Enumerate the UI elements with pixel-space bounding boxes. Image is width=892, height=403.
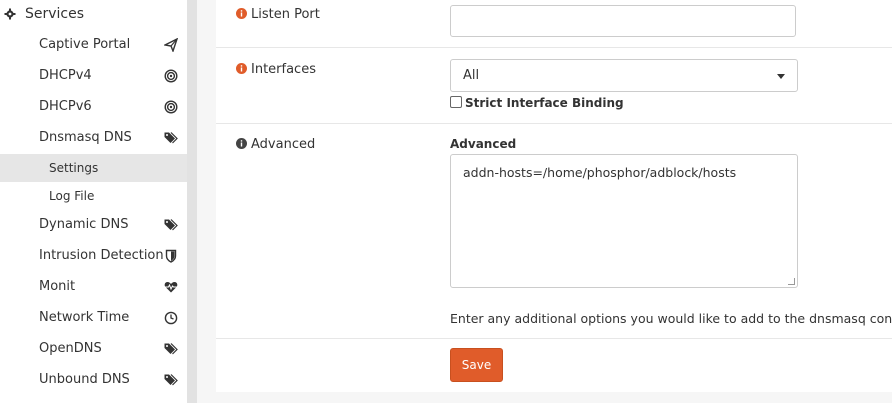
info-icon[interactable] bbox=[236, 138, 247, 149]
save-button[interactable]: Save bbox=[450, 348, 503, 382]
sidebar-item-intrusion-detection[interactable]: Intrusion Detection bbox=[0, 241, 187, 272]
advanced-field-title: Advanced bbox=[450, 137, 517, 151]
sidebar-item-captive-portal[interactable]: Captive Portal bbox=[0, 30, 187, 61]
sidebar-header-services[interactable]: Services bbox=[0, 0, 187, 30]
interfaces-select[interactable]: All bbox=[450, 59, 798, 92]
sidebar-item-opendns[interactable]: OpenDNS bbox=[0, 334, 187, 365]
advanced-textarea-value: addn-hosts=/home/phosphor/adblock/hosts bbox=[463, 165, 737, 180]
bottom-divider bbox=[216, 392, 892, 403]
strict-interface-binding-label: Strict Interface Binding bbox=[465, 96, 624, 110]
interfaces-selected-value: All bbox=[463, 68, 480, 83]
interfaces-row: Interfaces All Strict Interface Binding bbox=[216, 48, 892, 124]
listen-port-label-text: Listen Port bbox=[251, 7, 320, 22]
sidebar-item-label: Dynamic DNS bbox=[39, 217, 129, 232]
strict-interface-binding[interactable]: Strict Interface Binding bbox=[450, 96, 624, 110]
sidebar-item-dhcpv6[interactable]: DHCPv6 bbox=[0, 92, 187, 123]
sidebar-subitem-settings[interactable]: Settings bbox=[0, 154, 187, 182]
shield-icon bbox=[165, 249, 177, 263]
bullseye-icon bbox=[164, 69, 178, 83]
advanced-help-text: Enter any additional options you would l… bbox=[450, 311, 892, 326]
sidebar-item-network-time[interactable]: Network Time bbox=[0, 303, 187, 334]
strict-interface-binding-checkbox[interactable] bbox=[450, 96, 462, 108]
sidebar-subitem-label: Log File bbox=[49, 189, 95, 203]
advanced-label-text: Advanced bbox=[251, 137, 316, 152]
sidebar-item-monit[interactable]: Monit bbox=[0, 272, 187, 303]
listen-port-row: Listen Port bbox=[216, 0, 892, 48]
clock-icon bbox=[164, 311, 178, 325]
sidebar-item-label: Captive Portal bbox=[39, 37, 131, 52]
sidebar-item-label: Network Time bbox=[39, 310, 130, 325]
advanced-label[interactable]: Advanced bbox=[236, 137, 315, 152]
content-gutter bbox=[197, 0, 216, 403]
advanced-row: Advanced Advanced addn-hosts=/home/phosp… bbox=[216, 124, 892, 339]
sidebar-item-label: DHCPv4 bbox=[39, 68, 92, 83]
sidebar-item-label: DHCPv6 bbox=[39, 99, 92, 114]
gear-icon bbox=[4, 8, 16, 20]
resize-handle-icon[interactable] bbox=[788, 278, 795, 285]
sidebar-scrollbar[interactable] bbox=[187, 0, 197, 403]
sidebar: Services Captive Portal DHCPv4 DHCPv6 Dn… bbox=[0, 0, 187, 403]
sidebar-item-unbound-dns[interactable]: Unbound DNS bbox=[0, 365, 187, 396]
info-icon[interactable] bbox=[236, 63, 247, 74]
tags-icon bbox=[164, 374, 178, 386]
sidebar-item-label: Unbound DNS bbox=[39, 372, 130, 387]
sidebar-subitem-label: Settings bbox=[49, 161, 99, 175]
sidebar-item-label: Intrusion Detection bbox=[39, 248, 164, 263]
sidebar-item-dhcpv4[interactable]: DHCPv4 bbox=[0, 61, 187, 92]
interfaces-label[interactable]: Interfaces bbox=[236, 62, 316, 77]
interfaces-label-text: Interfaces bbox=[251, 62, 316, 77]
tags-icon bbox=[164, 343, 178, 355]
sidebar-header-label: Services bbox=[25, 6, 85, 22]
tags-icon bbox=[164, 219, 178, 231]
listen-port-label[interactable]: Listen Port bbox=[236, 7, 320, 22]
heartbeat-icon bbox=[164, 282, 178, 293]
chevron-down-icon bbox=[777, 74, 785, 79]
sidebar-item-dnsmasq-dns[interactable]: Dnsmasq DNS bbox=[0, 123, 187, 154]
info-icon[interactable] bbox=[236, 8, 247, 19]
advanced-textarea[interactable]: addn-hosts=/home/phosphor/adblock/hosts bbox=[450, 154, 798, 288]
sidebar-item-label: Dnsmasq DNS bbox=[39, 130, 132, 145]
sidebar-item-dynamic-dns[interactable]: Dynamic DNS bbox=[0, 210, 187, 241]
listen-port-input[interactable] bbox=[450, 5, 796, 37]
paper-plane-icon bbox=[164, 38, 178, 52]
main-content: Listen Port Interfaces All Strict Interf… bbox=[216, 0, 892, 403]
tags-icon bbox=[164, 132, 178, 144]
bullseye-icon bbox=[164, 100, 178, 114]
sidebar-subitem-log-file[interactable]: Log File bbox=[0, 182, 187, 210]
sidebar-item-label: OpenDNS bbox=[39, 341, 102, 356]
sidebar-item-label: Monit bbox=[39, 279, 76, 294]
